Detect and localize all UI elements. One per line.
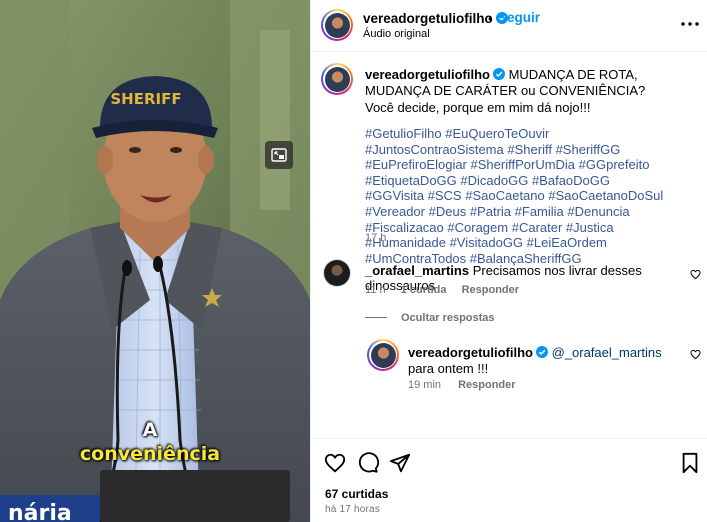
pip-button[interactable] bbox=[265, 141, 293, 169]
hashtag-link[interactable]: #EuQueroTeOuvir bbox=[445, 126, 549, 141]
hashtag-link[interactable]: #Deus bbox=[429, 204, 467, 219]
caption-username[interactable]: vereadorgetuliofilho bbox=[365, 67, 490, 82]
like-count[interactable]: 67 curtidas bbox=[325, 487, 388, 501]
hashtag-link[interactable]: #Sheriff bbox=[507, 142, 552, 157]
video-caption-line2: conveniência bbox=[79, 443, 221, 465]
header-username[interactable]: vereadorgetuliofilho bbox=[363, 11, 508, 26]
hashtag-link[interactable]: #SCS bbox=[428, 188, 462, 203]
comment-time[interactable]: 11 h bbox=[365, 284, 386, 296]
hashtag-link[interactable]: #BafaoDoGG bbox=[532, 173, 610, 188]
more-icon[interactable] bbox=[679, 13, 701, 35]
hashtag-link[interactable]: #SheriffGG bbox=[556, 142, 621, 157]
podium-text: nária bbox=[8, 501, 72, 522]
commenter-avatar[interactable] bbox=[323, 259, 351, 287]
hashtag-link[interactable]: #GGprefeito bbox=[579, 157, 650, 172]
hashtag-link[interactable]: #EuPrefiroElogiar bbox=[365, 157, 467, 172]
post-time-ago[interactable]: há 17 horas bbox=[325, 504, 380, 515]
hashtag-link[interactable]: #SheriffPorUmDia bbox=[471, 157, 576, 172]
hashtag-link[interactable]: #GetulioFilho bbox=[365, 126, 442, 141]
hashtag-link[interactable]: #Denuncia bbox=[567, 204, 629, 219]
comment-heart-icon[interactable] bbox=[690, 269, 701, 280]
comment-icon[interactable] bbox=[357, 452, 379, 474]
heart-icon[interactable] bbox=[324, 452, 346, 474]
reply-reply-button[interactable]: Responder bbox=[458, 379, 515, 391]
reply-username[interactable]: vereadorgetuliofilho bbox=[408, 345, 533, 360]
hashtag-link[interactable]: #Carater bbox=[512, 220, 563, 235]
reply-time[interactable]: 19 min bbox=[408, 379, 441, 391]
hide-replies-button[interactable]: Ocultar respostas bbox=[365, 312, 495, 324]
comment-likes[interactable]: 1 curtida bbox=[401, 284, 447, 296]
hashtag-link[interactable]: #Vereador bbox=[365, 204, 425, 219]
post-timestamp[interactable]: 17 h bbox=[365, 232, 386, 244]
hashtag-link[interactable]: #EtiquetaDoGG bbox=[365, 173, 457, 188]
hashtag-link[interactable]: #VisitadoGG bbox=[450, 235, 523, 250]
verified-icon bbox=[535, 346, 548, 358]
reply: vereadorgetuliofilho @_orafael_martins p… bbox=[408, 345, 678, 377]
hashtag-link[interactable]: #SaoCaetanoDoSul bbox=[548, 188, 663, 203]
caption-avatar[interactable] bbox=[321, 63, 353, 95]
share-icon[interactable] bbox=[389, 452, 411, 474]
follow-button[interactable]: Seguir bbox=[498, 10, 540, 25]
hashtag-link[interactable]: #JuntosContraoSistema bbox=[365, 142, 504, 157]
separator-dot: • bbox=[488, 11, 493, 26]
post-header: vereadorgetuliofilho • Seguir Áudio orig… bbox=[311, 0, 707, 52]
verified-icon bbox=[492, 68, 505, 80]
pip-icon bbox=[271, 148, 287, 162]
hashtag-link[interactable]: #DicadoGG bbox=[460, 173, 528, 188]
action-bar: 67 curtidas há 17 horas bbox=[311, 438, 707, 522]
cap-text: SHERIFF bbox=[110, 90, 181, 108]
reply-mention[interactable]: @_orafael_martins bbox=[552, 345, 662, 360]
hashtag-link[interactable]: #GGVisita bbox=[365, 188, 424, 203]
comment-meta: 11 h 1 curtida Responder bbox=[365, 284, 531, 296]
hashtag-link[interactable]: #Coragem bbox=[447, 220, 508, 235]
video-caption-line1: A bbox=[142, 419, 158, 441]
hashtag-link[interactable]: #SaoCaetano bbox=[465, 188, 545, 203]
username-text[interactable]: vereadorgetuliofilho bbox=[363, 11, 493, 26]
audio-label[interactable]: Áudio original bbox=[363, 28, 430, 40]
hashtag-link[interactable]: #LeiEaOrdem bbox=[527, 235, 607, 250]
comment-username[interactable]: _orafael_martins bbox=[365, 263, 469, 278]
reply-heart-icon[interactable] bbox=[690, 349, 701, 360]
hide-replies-label[interactable]: Ocultar respostas bbox=[401, 312, 495, 324]
hashtag-link[interactable]: #Patria bbox=[470, 204, 511, 219]
hashtag-link[interactable]: #Familia bbox=[515, 204, 564, 219]
avatar[interactable] bbox=[321, 9, 353, 41]
reel-video[interactable]: SHERIFF nária A conveniência bbox=[0, 0, 310, 522]
bookmark-icon[interactable] bbox=[679, 452, 701, 474]
post-caption: vereadorgetuliofilho MUDANÇA DE ROTA, MU… bbox=[365, 67, 665, 116]
reply-avatar[interactable] bbox=[367, 339, 399, 371]
hashtag-link[interactable]: #Justica bbox=[566, 220, 614, 235]
hashtag-list: #GetulioFilho #EuQueroTeOuvir #JuntosCon… bbox=[365, 126, 665, 266]
reply-text: para ontem !!! bbox=[408, 361, 489, 376]
post-panel: vereadorgetuliofilho • Seguir Áudio orig… bbox=[310, 0, 707, 522]
reply-meta: 19 min Responder bbox=[408, 379, 530, 391]
comment-reply-button[interactable]: Responder bbox=[462, 284, 519, 296]
